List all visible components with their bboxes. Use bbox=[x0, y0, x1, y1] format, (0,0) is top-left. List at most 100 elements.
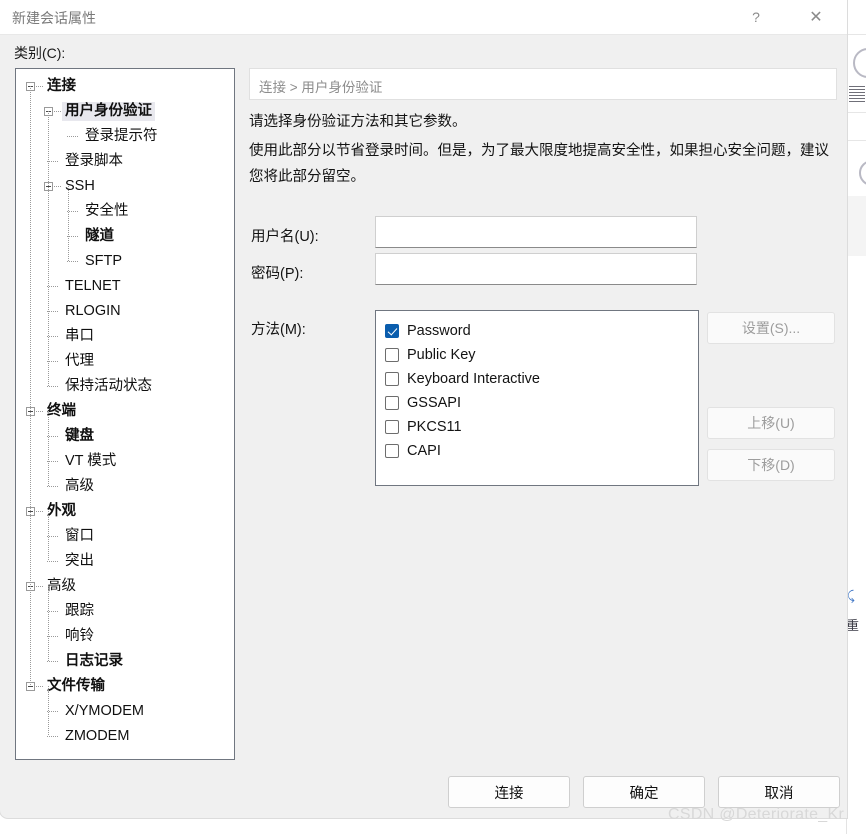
tree-guide-line bbox=[68, 186, 69, 261]
tree-item-label: 终端 bbox=[47, 402, 76, 419]
tree-item-label: 文件传输 bbox=[47, 677, 105, 694]
tree-item-label: VT 模式 bbox=[65, 452, 117, 469]
tree-guide-line bbox=[48, 586, 49, 661]
tree-connector bbox=[36, 686, 43, 687]
method-label: 方法(M): bbox=[251, 322, 306, 338]
method-item-label: GSSAPI bbox=[407, 395, 461, 411]
tree-connector bbox=[36, 411, 43, 412]
tree-item-label: 隧道 bbox=[85, 227, 114, 244]
tree-item-label: 外观 bbox=[47, 502, 76, 519]
tree-guide-line bbox=[48, 111, 49, 386]
tree-guide-line bbox=[48, 511, 49, 561]
tree-connector bbox=[47, 386, 59, 387]
tree-item-label: 连接 bbox=[47, 77, 76, 94]
tree-guide-line bbox=[48, 686, 49, 736]
tree-connector bbox=[67, 261, 79, 262]
help-icon: ? bbox=[752, 8, 760, 25]
cancel-button[interactable]: 取消 bbox=[718, 776, 840, 808]
tree-guide-line bbox=[30, 86, 31, 686]
method-item-label: CAPI bbox=[407, 443, 441, 459]
description-line-1: 请选择身份验证方法和其它参数。 bbox=[249, 114, 467, 130]
background-char-glyph: 重 bbox=[846, 618, 860, 633]
checkbox-icon[interactable] bbox=[385, 372, 399, 386]
tree-item-label: 登录脚本 bbox=[65, 152, 123, 169]
method-item-label: PKCS11 bbox=[407, 419, 462, 435]
tree-connector bbox=[47, 486, 59, 487]
tree-item-label: 响铃 bbox=[65, 627, 94, 644]
checkbox-icon[interactable] bbox=[385, 348, 399, 362]
password-label: 密码(P): bbox=[251, 266, 304, 282]
background-circle-icon-2 bbox=[859, 160, 866, 186]
title-bar: 新建会话属性 ? ✕ bbox=[0, 0, 847, 35]
tree-item-label: ZMODEM bbox=[65, 727, 130, 744]
tree-item-label: 登录提示符 bbox=[85, 127, 158, 144]
session-properties-dialog: 新建会话属性 ? ✕ 类别(C): 连接 用户身份验证 登录提示符 登录脚本 SSH 安全… bbox=[0, 0, 847, 818]
breadcrumb-text: 连接 > 用户身份验证 bbox=[259, 80, 383, 95]
method-list-item[interactable]: Password bbox=[376, 319, 698, 343]
tree-item-label: 安全性 bbox=[85, 202, 129, 219]
tree-item-label: SFTP bbox=[85, 252, 123, 269]
tree-item-label: 日志记录 bbox=[65, 652, 123, 669]
connect-button[interactable]: 连接 bbox=[448, 776, 570, 808]
breadcrumb: 连接 > 用户身份验证 bbox=[249, 68, 837, 100]
tree-connector bbox=[47, 736, 59, 737]
method-listbox[interactable]: Password Public Key Keyboard Interactive GS… bbox=[375, 310, 699, 486]
password-input[interactable] bbox=[376, 254, 696, 284]
screen: ⤹ 重 新建会话属性 ? ✕ 类别(C): 连接 用户身份验证 登录提示符 登录脚本 S… bbox=[0, 0, 866, 834]
username-field-wrap[interactable] bbox=[375, 216, 697, 248]
tree-connector bbox=[47, 661, 59, 662]
checkbox-icon[interactable] bbox=[385, 396, 399, 410]
tree-item-label: 高级 bbox=[65, 477, 94, 494]
tree-item-label: 高级 bbox=[47, 577, 76, 594]
method-item-label: Public Key bbox=[407, 347, 476, 363]
method-list-item[interactable]: Public Key bbox=[376, 343, 698, 367]
password-field-wrap[interactable] bbox=[375, 253, 697, 285]
username-input[interactable] bbox=[376, 217, 696, 247]
category-tree[interactable]: 连接 用户身份验证 登录提示符 登录脚本 SSH 安全性 隧道 SFTP TELNET RLOGI… bbox=[15, 68, 235, 760]
content-panel: 连接 > 用户身份验证 请选择身份验证方法和其它参数。 使用此部分以节省登录时间… bbox=[249, 68, 837, 486]
checkbox-icon[interactable] bbox=[385, 444, 399, 458]
tree-connector bbox=[47, 561, 59, 562]
tree-item-label: 保持活动状态 bbox=[65, 377, 152, 394]
tree-item-label: TELNET bbox=[65, 277, 121, 294]
method-item-label: Keyboard Interactive bbox=[407, 371, 540, 387]
window-title: 新建会话属性 bbox=[12, 10, 96, 26]
tree-item-label: 串口 bbox=[65, 327, 94, 344]
tree-item-label: 跟踪 bbox=[65, 602, 94, 619]
tree-item-label: 用户身份验证 bbox=[62, 101, 155, 122]
username-label: 用户名(U): bbox=[251, 229, 319, 245]
tree-connector bbox=[36, 586, 43, 587]
close-button[interactable]: ✕ bbox=[793, 0, 839, 33]
method-item-label: Password bbox=[407, 323, 471, 339]
description-line-2: 使用此部分以节省登录时间。但是，为了最大限度地提高安全性，如果担心安全问题，建议… bbox=[249, 143, 829, 185]
properties-button: 设置(S)... bbox=[707, 312, 835, 344]
tree-item-label: 代理 bbox=[65, 352, 94, 369]
tree-item-label: 键盘 bbox=[65, 427, 94, 444]
tree-item-label: RLOGIN bbox=[65, 302, 121, 319]
checkbox-icon[interactable] bbox=[385, 420, 399, 434]
close-icon: ✕ bbox=[809, 6, 823, 26]
tree-item-label: 窗口 bbox=[65, 527, 94, 544]
method-list-item[interactable]: GSSAPI bbox=[376, 391, 698, 415]
checkbox-checked-icon[interactable] bbox=[385, 324, 399, 338]
category-label: 类别(C): bbox=[14, 45, 66, 61]
move-up-button: 上移(U) bbox=[707, 407, 835, 439]
move-down-button: 下移(D) bbox=[707, 449, 835, 481]
background-arrow-icon: ⤹ bbox=[847, 588, 855, 603]
tree-connector bbox=[67, 136, 79, 137]
help-button[interactable]: ? bbox=[733, 0, 779, 33]
background-window-strip: ⤹ 重 bbox=[846, 0, 866, 834]
background-list-icon bbox=[849, 86, 865, 102]
method-list-item[interactable]: CAPI bbox=[376, 439, 698, 463]
tree-item[interactable]: 连接 bbox=[16, 74, 234, 99]
tree-connector bbox=[54, 111, 61, 112]
tree-item-label: 突出 bbox=[65, 552, 94, 569]
ok-button[interactable]: 确定 bbox=[583, 776, 705, 808]
tree-connector bbox=[36, 511, 43, 512]
background-circle-icon bbox=[853, 48, 866, 78]
method-list-item[interactable]: PKCS11 bbox=[376, 415, 698, 439]
method-list-item[interactable]: Keyboard Interactive bbox=[376, 367, 698, 391]
tree-connector bbox=[54, 186, 61, 187]
tree-guide-line bbox=[48, 411, 49, 486]
tree-connector bbox=[36, 86, 43, 87]
